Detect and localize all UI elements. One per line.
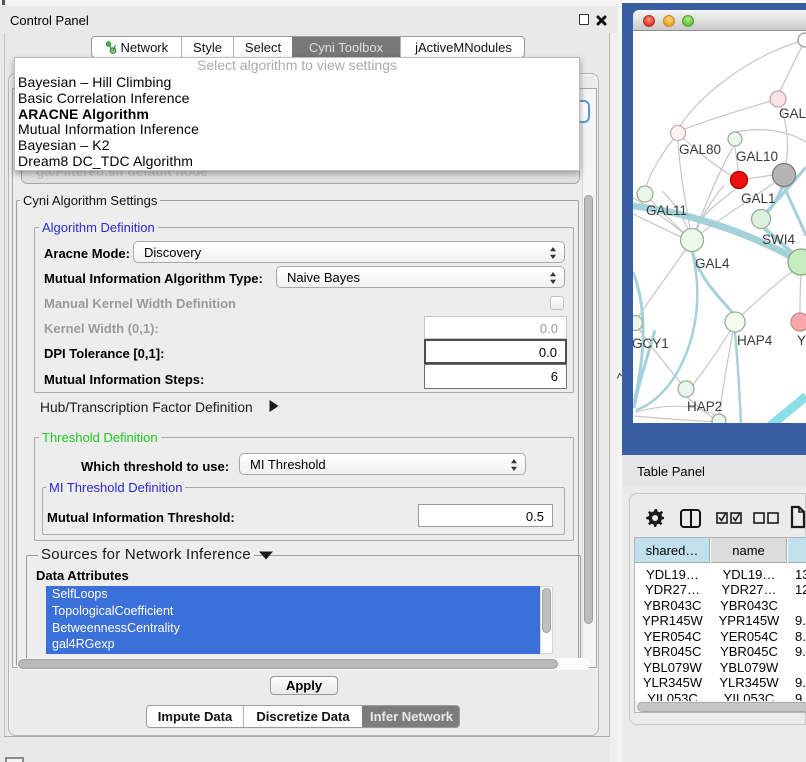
svg-text:GAL4: GAL4 xyxy=(695,256,730,271)
svg-text:GAL80: GAL80 xyxy=(679,142,721,157)
svg-text:HAP4: HAP4 xyxy=(737,333,773,348)
svg-text:HAP2: HAP2 xyxy=(687,399,722,414)
svg-text:GAL1: GAL1 xyxy=(741,191,776,206)
svg-text:GAL2: GAL2 xyxy=(779,106,806,121)
svg-text:GAL11: GAL11 xyxy=(646,203,687,218)
svg-text:Y: Y xyxy=(797,333,806,348)
svg-text:SWI4: SWI4 xyxy=(762,232,795,247)
svg-text:GAL10: GAL10 xyxy=(736,149,778,164)
svg-text:GCY1: GCY1 xyxy=(633,336,669,351)
